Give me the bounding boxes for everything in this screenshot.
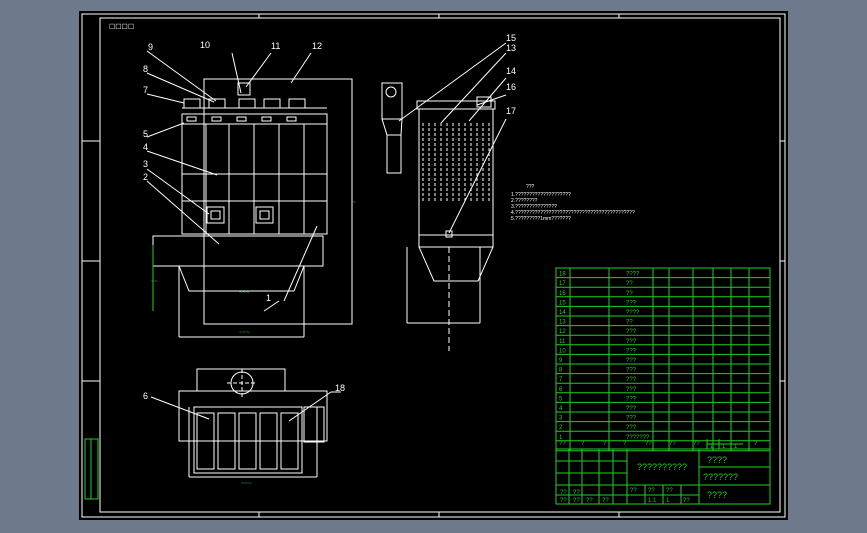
company-mid: ???????: [703, 472, 738, 482]
callout-7: 7: [143, 85, 148, 95]
tb-cell-10: 1: [666, 498, 670, 504]
part-name: ???: [626, 300, 637, 306]
tb-cell-5: ??: [602, 498, 609, 504]
part-number: 2: [559, 425, 563, 431]
part-number: 12: [559, 329, 566, 335]
header-2: ?: [603, 441, 607, 447]
header-7: ?: [754, 441, 758, 447]
header-0: ??: [559, 441, 566, 447]
callout-15: 15: [506, 33, 516, 43]
callout-12: 12: [312, 41, 322, 51]
part-number: 6: [559, 387, 563, 393]
callout-8: 8: [143, 64, 148, 74]
part-name: ????: [626, 310, 640, 316]
svg-text:~~~: ~~~: [239, 330, 250, 336]
callout-10: 10: [200, 40, 210, 50]
part-name: ??: [626, 291, 633, 297]
part-name: ??: [626, 320, 633, 326]
callout-16: 16: [506, 82, 516, 92]
part-number: 17: [559, 281, 566, 287]
svg-text:~~~: ~~~: [239, 290, 250, 296]
callout-13: 13: [506, 43, 516, 53]
tb-cell-0: ??: [560, 490, 567, 496]
side-view: [381, 82, 496, 351]
part-number: 18: [559, 272, 566, 278]
part-name: ??: [626, 281, 633, 287]
part-name: ???: [626, 358, 637, 364]
part-number: 3: [559, 416, 563, 422]
notes-title: ???: [526, 184, 535, 190]
drawing-sheet: ☐☐☐☐ ~~ ~~~ ~~~ ~ ~~~ 9 10 11 12 8 7 5 4…: [79, 11, 788, 520]
part-number: 8: [559, 368, 563, 374]
callout-9: 9: [148, 42, 153, 52]
part-name: ???: [626, 368, 637, 374]
tb-cell-3: ??: [573, 498, 580, 504]
part-number: 9: [559, 358, 563, 364]
parts-table: 18 ????17 ??16 ??15 ???14 ????13 ??12 ???11 ???1…: [555, 267, 771, 452]
part-number: 11: [559, 339, 566, 345]
part-name: ???: [626, 406, 637, 412]
part-name: ???: [626, 416, 637, 422]
callout-14: 14: [506, 66, 516, 76]
tb-cell-2: ??: [560, 498, 567, 504]
technical-notes: ??? 1.???????????????????? 2.???????? 3.…: [511, 184, 635, 222]
svg-text:~: ~: [352, 200, 356, 206]
tb-cell-6: ??: [630, 488, 637, 494]
part-name: ???????: [626, 435, 650, 441]
callout-6: 6: [143, 391, 148, 401]
callout-17: 17: [506, 106, 516, 116]
header-5: ??: [669, 441, 676, 447]
svg-text:~~~: ~~~: [241, 481, 252, 487]
corner-tag: ☐☐☐☐: [109, 23, 134, 31]
header-3: ?: [623, 441, 627, 447]
part-name: ???: [626, 348, 637, 354]
part-name: ???: [626, 425, 637, 431]
part-name: ???: [626, 387, 637, 393]
callout-18: 18: [335, 383, 345, 393]
callout-5: 5: [143, 129, 148, 139]
header-4: ??: [645, 441, 652, 447]
company-bot: ????: [707, 490, 727, 500]
callout-3: 3: [143, 159, 148, 169]
part-number: 7: [559, 377, 563, 383]
part-number: 15: [559, 300, 566, 306]
part-name: ????: [626, 272, 640, 278]
callout-4: 4: [143, 142, 148, 152]
part-name: ???: [626, 377, 637, 383]
part-number: 5: [559, 396, 563, 402]
tb-cell-7: ??: [648, 488, 655, 494]
svg-text:~~: ~~: [151, 279, 159, 285]
tb-cell-9: 1:1: [648, 498, 657, 504]
margin-stamp: [84, 438, 99, 500]
inner-border: [99, 17, 781, 513]
callout-1: 1: [266, 293, 271, 303]
drawing-name: ??????????: [637, 462, 687, 472]
cad-drawing: ☐☐☐☐ ~~ ~~~ ~~~ ~ ~~~ 9 10 11 12 8 7 5 4…: [81, 13, 786, 518]
part-number: 14: [559, 310, 566, 316]
header-1: ?: [581, 441, 585, 447]
front-view: ~~ ~~~ ~~~ ~: [151, 78, 356, 338]
company-top: ????: [707, 455, 727, 465]
tb-cell-8: ??: [666, 488, 673, 494]
callout-2: 2: [143, 172, 148, 182]
header-6: ??: [693, 441, 700, 447]
tb-cell-1: ??: [573, 490, 580, 496]
part-name: ???: [626, 339, 637, 345]
part-number: 1: [559, 435, 563, 441]
part-name: ???: [626, 396, 637, 402]
part-name: ???: [626, 329, 637, 335]
part-number: 4: [559, 406, 563, 412]
note-5: 5.?????????1mm???????: [511, 216, 571, 222]
tb-cell-4: ??: [586, 498, 593, 504]
part-number: 13: [559, 320, 566, 326]
title-block: ?????????? ???? ??????? ???? ?? ?? ?? ??…: [555, 439, 771, 505]
part-number: 16: [559, 291, 566, 297]
filter-bags: [422, 123, 490, 201]
tb-cell-11: ??: [683, 498, 690, 504]
part-number: 10: [559, 348, 566, 354]
callout-11: 11: [271, 41, 280, 51]
